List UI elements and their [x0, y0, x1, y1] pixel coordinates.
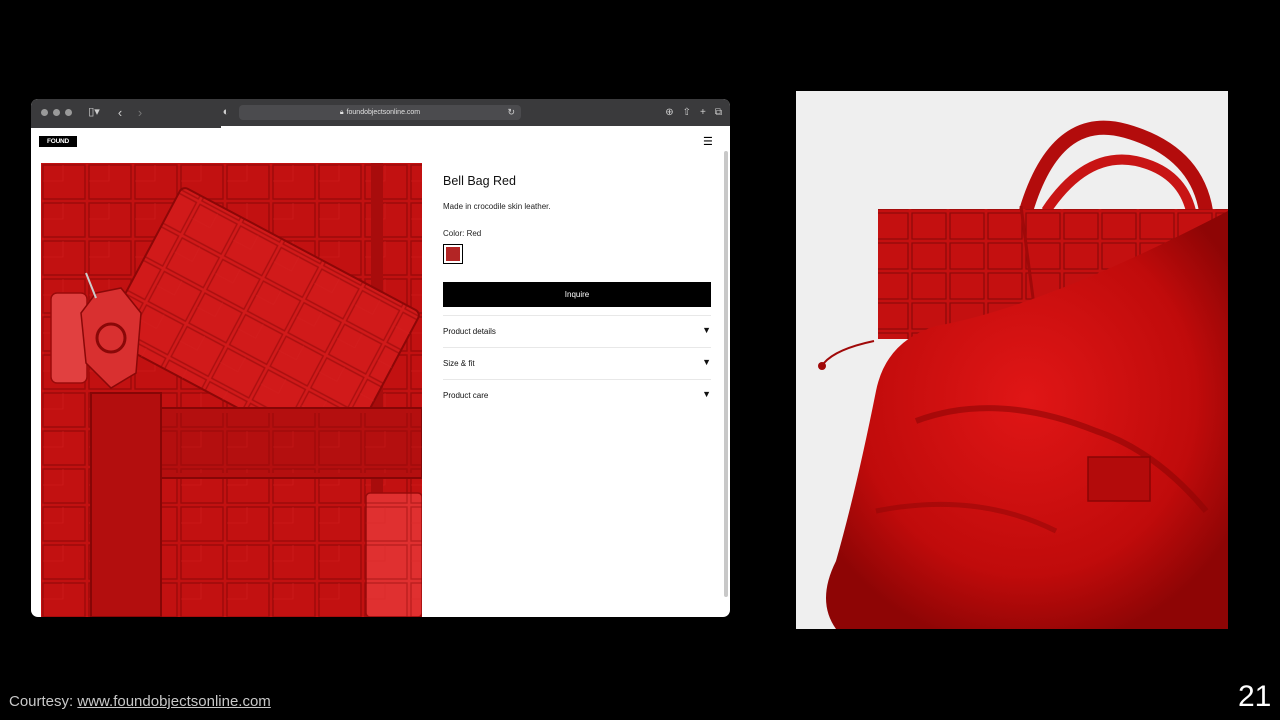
slide-page-number: 21	[1238, 680, 1272, 713]
courtesy-prefix: Courtesy:	[9, 693, 78, 710]
swatch-fill	[446, 247, 460, 261]
zoom-window-button[interactable]	[65, 109, 72, 116]
color-label: Color: Red	[443, 229, 482, 238]
courtesy-credit: Courtesy: www.foundobjectsonline.com	[9, 693, 271, 710]
courtesy-link[interactable]: www.foundobjectsonline.com	[77, 693, 270, 710]
triangle-down-icon: ▼	[702, 357, 711, 367]
page-scrollbar[interactable]	[724, 151, 728, 597]
browser-window: ▯▾ ‹ › ◐ 🔒︎ foundobjectsonline.com ↻ ⊕ ⇧…	[31, 99, 730, 617]
product-image	[41, 163, 422, 617]
toolbar-actions: ⊕ ⇧ + ⧉	[665, 99, 722, 126]
sidebar-icon[interactable]: ▯▾	[82, 99, 106, 126]
triangle-down-icon: ▼	[702, 325, 711, 335]
address-bar[interactable]: 🔒︎ foundobjectsonline.com ↻	[239, 105, 521, 120]
site-logo[interactable]: FOUND OBJECTS	[39, 136, 77, 156]
page-load-progress	[31, 126, 221, 128]
reload-icon[interactable]: ↻	[507, 105, 515, 120]
window-controls	[41, 109, 72, 116]
accordion-label: Product care	[443, 391, 489, 400]
close-window-button[interactable]	[41, 109, 48, 116]
chevron-left-icon[interactable]: ‹	[114, 99, 126, 126]
accordion-product-care[interactable]: Product care ▼	[443, 379, 711, 411]
share-icon[interactable]: ⇧	[683, 99, 691, 126]
bag-photo	[796, 91, 1228, 629]
color-swatch-red[interactable]	[443, 244, 463, 264]
triangle-down-icon: ▼	[702, 389, 711, 399]
hamburger-menu-icon[interactable]: ☰	[703, 135, 713, 148]
accordion-product-details[interactable]: Product details ▼	[443, 315, 711, 347]
product-title: Bell Bag Red	[443, 174, 516, 188]
download-icon[interactable]: ⊕	[665, 99, 673, 126]
accordion-label: Size & fit	[443, 359, 475, 368]
inquire-button[interactable]: Inquire	[443, 282, 711, 307]
product-description: Made in crocodile skin leather.	[443, 202, 551, 211]
tabs-icon[interactable]: ⧉	[715, 99, 722, 126]
accordion-label: Product details	[443, 327, 496, 336]
lock-icon: 🔒︎	[339, 108, 344, 116]
plus-icon[interactable]: +	[700, 99, 706, 126]
browser-toolbar: ▯▾ ‹ › ◐ 🔒︎ foundobjectsonline.com ↻ ⊕ ⇧…	[31, 99, 730, 126]
url-text: foundobjectsonline.com	[346, 109, 421, 116]
chevron-right-icon[interactable]: ›	[134, 99, 146, 126]
accordion-size-fit[interactable]: Size & fit ▼	[443, 347, 711, 379]
minimize-window-button[interactable]	[53, 109, 60, 116]
shield-icon[interactable]: ◐	[219, 99, 233, 126]
